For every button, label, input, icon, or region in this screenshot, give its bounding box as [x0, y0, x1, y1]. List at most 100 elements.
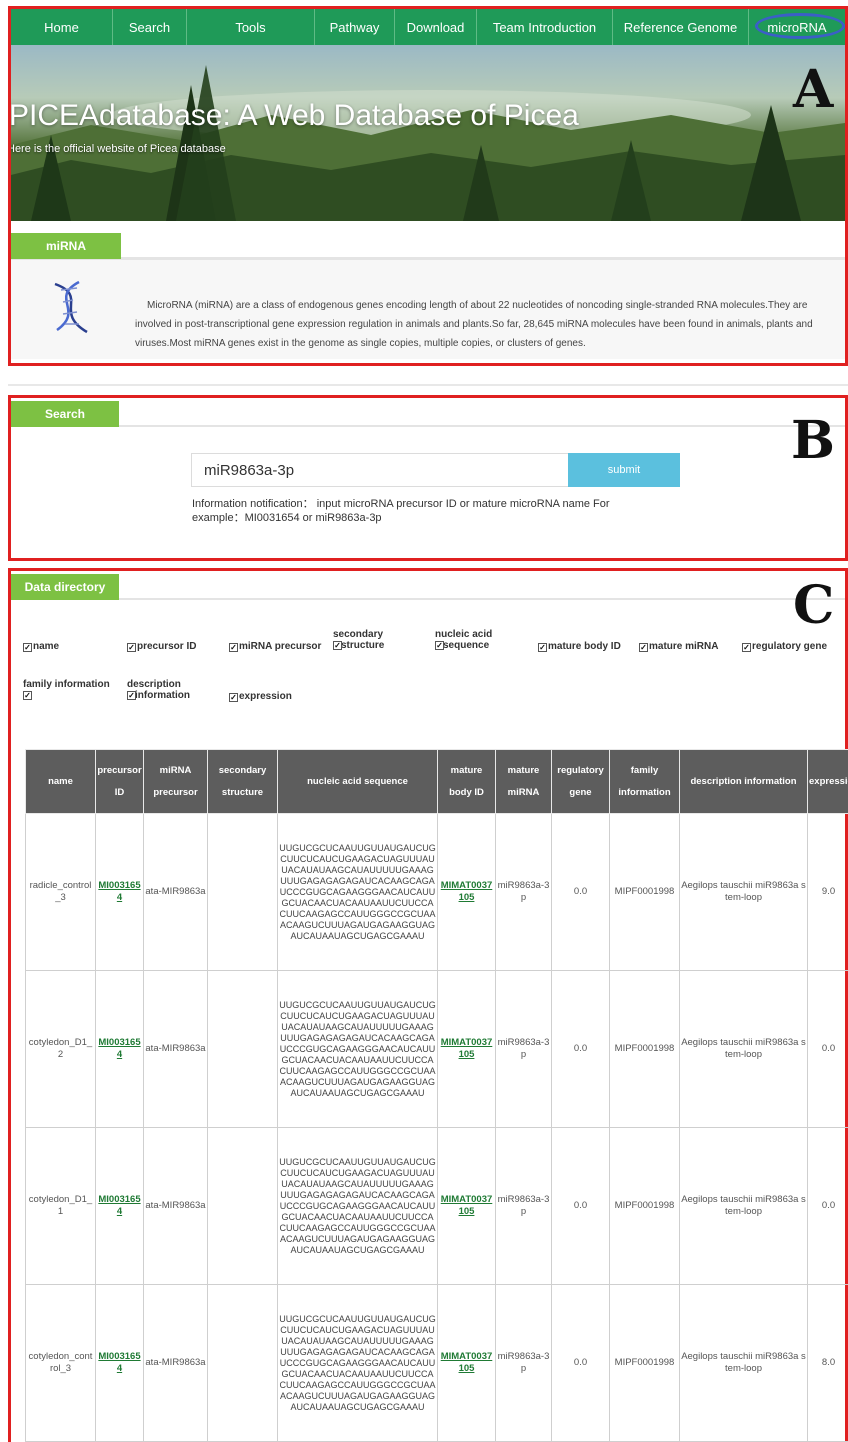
precursor-id-link[interactable]: MI0031654 [98, 880, 140, 903]
site-title: PICEAdatabase: A Web Database of Picea [11, 99, 579, 132]
submit-button[interactable]: submit [568, 453, 680, 487]
cell-expression: 0.0 [807, 970, 848, 1128]
cell-mirna-precursor: ata-MIR9863a [143, 1284, 208, 1442]
cell-expression: 9.0 [807, 813, 848, 971]
mirna-info-box: MicroRNA (miRNA) are a class of endogeno… [11, 259, 845, 359]
column-header: mature miRNA [495, 749, 552, 814]
checkbox-icon: ✓ [127, 691, 136, 700]
table-header-row: name precursor ID miRNA precursor second… [25, 749, 848, 814]
checkbox-icon: ✓ [229, 693, 238, 702]
precursor-id-link[interactable]: MI0031654 [98, 1351, 140, 1374]
cell-regulatory-gene: 0.0 [551, 970, 610, 1128]
cell-mirna-precursor: ata-MIR9863a [143, 970, 208, 1128]
panel-a: Home Search Tools Pathway Download Team … [8, 6, 848, 366]
nav-download[interactable]: Download [395, 9, 477, 45]
search-notification: Information notification： input microRNA… [192, 498, 610, 524]
checkbox-expression[interactable]: ✓ expression [229, 691, 292, 702]
cell-mature-body-id: MIMAT0037105 [437, 970, 496, 1128]
cell-regulatory-gene: 0.0 [551, 1127, 610, 1285]
cell-secondary-structure [207, 1127, 278, 1285]
column-header: name [25, 749, 96, 814]
cell-precursor-id: MI0031654 [95, 813, 144, 971]
divider [11, 425, 845, 427]
cell-family: MIPF0001998 [609, 970, 680, 1128]
cell-mature-mirna: miR9863a-3p [495, 1127, 552, 1285]
cell-family: MIPF0001998 [609, 1127, 680, 1285]
cell-expression: 8.0 [807, 1284, 848, 1442]
cell-description: Aegilops tauschii miR9863a stem-loop [679, 970, 808, 1128]
checkbox-name[interactable]: ✓ name [23, 641, 59, 652]
cell-mature-mirna: miR9863a-3p [495, 813, 552, 971]
table-row: radicle_control_3 MI0031654 ata-MIR9863a… [25, 813, 848, 971]
tab-data-directory[interactable]: Data directory [11, 574, 119, 600]
cell-precursor-id: MI0031654 [95, 1284, 144, 1442]
panel-label-b: B [791, 410, 835, 471]
mature-id-link[interactable]: MIMAT0037105 [441, 1194, 493, 1217]
highlight-oval [755, 13, 845, 39]
checkbox-regulatory-gene[interactable]: ✓ regulatory gene [742, 641, 827, 652]
cell-precursor-id: MI0031654 [95, 970, 144, 1128]
checkbox-nucleic-acid-sequence[interactable]: ✓ nucleic acid sequence [435, 629, 529, 651]
checkbox-icon: ✓ [435, 641, 444, 650]
checkbox-precursor-id[interactable]: ✓ precursor ID [127, 641, 196, 652]
forest-landscape-image [11, 65, 845, 221]
panel-label-c: C [793, 575, 835, 636]
cell-mirna-precursor: ata-MIR9863a [143, 813, 208, 971]
cell-precursor-id: MI0031654 [95, 1127, 144, 1285]
checkbox-icon: ✓ [333, 641, 342, 650]
checkbox-family-information[interactable]: ✓ family information [23, 679, 119, 700]
cell-mature-body-id: MIMAT0037105 [437, 1284, 496, 1442]
nav-pathway[interactable]: Pathway [315, 9, 395, 45]
checkbox-icon: ✓ [742, 643, 751, 652]
precursor-id-link[interactable]: MI0031654 [98, 1037, 140, 1060]
top-nav: Home Search Tools Pathway Download Team … [11, 9, 845, 45]
site-subtitle: Here is the official website of Picea da… [11, 143, 226, 155]
column-header: family information [609, 749, 680, 814]
nav-tools[interactable]: Tools [187, 9, 315, 45]
cell-secondary-structure [207, 970, 278, 1128]
checkbox-secondary-structure[interactable]: ✓ secondary structure [333, 629, 423, 651]
checkbox-icon: ✓ [127, 643, 136, 652]
checkbox-mirna-precursor[interactable]: ✓ miRNA precursor [229, 641, 321, 652]
cell-expression: 0.0 [807, 1127, 848, 1285]
tab-search[interactable]: Search [11, 401, 119, 427]
nav-team-introduction[interactable]: Team Introduction [477, 9, 613, 45]
nav-reference-genome[interactable]: Reference Genome [613, 9, 749, 45]
cell-name: cotyledon_D1_1 [25, 1127, 96, 1285]
dna-helix-icon [54, 280, 88, 334]
cell-name: cotyledon_control_3 [25, 1284, 96, 1442]
cell-mature-mirna: miR9863a-3p [495, 970, 552, 1128]
nav-home[interactable]: Home [11, 9, 113, 45]
cell-mature-mirna: miR9863a-3p [495, 1284, 552, 1442]
cell-name: radicle_control_3 [25, 813, 96, 971]
column-header: regulatory gene [551, 749, 610, 814]
checkbox-mature-body-id[interactable]: ✓ mature body ID [538, 641, 621, 652]
cell-sequence: UUGUCGCUCAAUUGUUAUGAUCUGCUUCUCAUCUGAAGAC… [277, 1127, 438, 1285]
checkbox-icon: ✓ [23, 643, 32, 652]
nav-search[interactable]: Search [113, 9, 187, 45]
column-header: precursor ID [95, 749, 144, 814]
column-header: mature body ID [437, 749, 496, 814]
cell-family: MIPF0001998 [609, 813, 680, 971]
mirna-description: MicroRNA (miRNA) are a class of endogeno… [135, 300, 813, 349]
mature-id-link[interactable]: MIMAT0037105 [441, 1037, 493, 1060]
table-row: cotyledon_D1_2 MI0031654 ata-MIR9863a UU… [25, 970, 848, 1128]
search-input[interactable] [191, 453, 569, 487]
mature-id-link[interactable]: MIMAT0037105 [441, 880, 493, 903]
checkbox-description-information[interactable]: ✓ description information [127, 679, 223, 701]
nav-microrna[interactable]: microRNA [749, 9, 845, 45]
cell-secondary-structure [207, 813, 278, 971]
mirna-data-table: name precursor ID miRNA precursor second… [25, 749, 848, 1442]
column-header: expression [807, 749, 848, 814]
mature-id-link[interactable]: MIMAT0037105 [441, 1351, 493, 1374]
panel-c: Data directory C ✓ name ✓ precursor ID ✓ mi… [8, 568, 848, 1442]
tab-mirna[interactable]: miRNA [11, 233, 121, 259]
checkbox-icon: ✓ [229, 643, 238, 652]
checkbox-icon: ✓ [538, 643, 547, 652]
checkbox-icon: ✓ [639, 643, 648, 652]
precursor-id-link[interactable]: MI0031654 [98, 1194, 140, 1217]
cell-sequence: UUGUCGCUCAAUUGUUAUGAUCUGCUUCUCAUCUGAAGAC… [277, 813, 438, 971]
cell-mature-body-id: MIMAT0037105 [437, 1127, 496, 1285]
checkbox-mature-mirna[interactable]: ✓ mature miRNA [639, 641, 718, 652]
cell-description: Aegilops tauschii miR9863a stem-loop [679, 1284, 808, 1442]
